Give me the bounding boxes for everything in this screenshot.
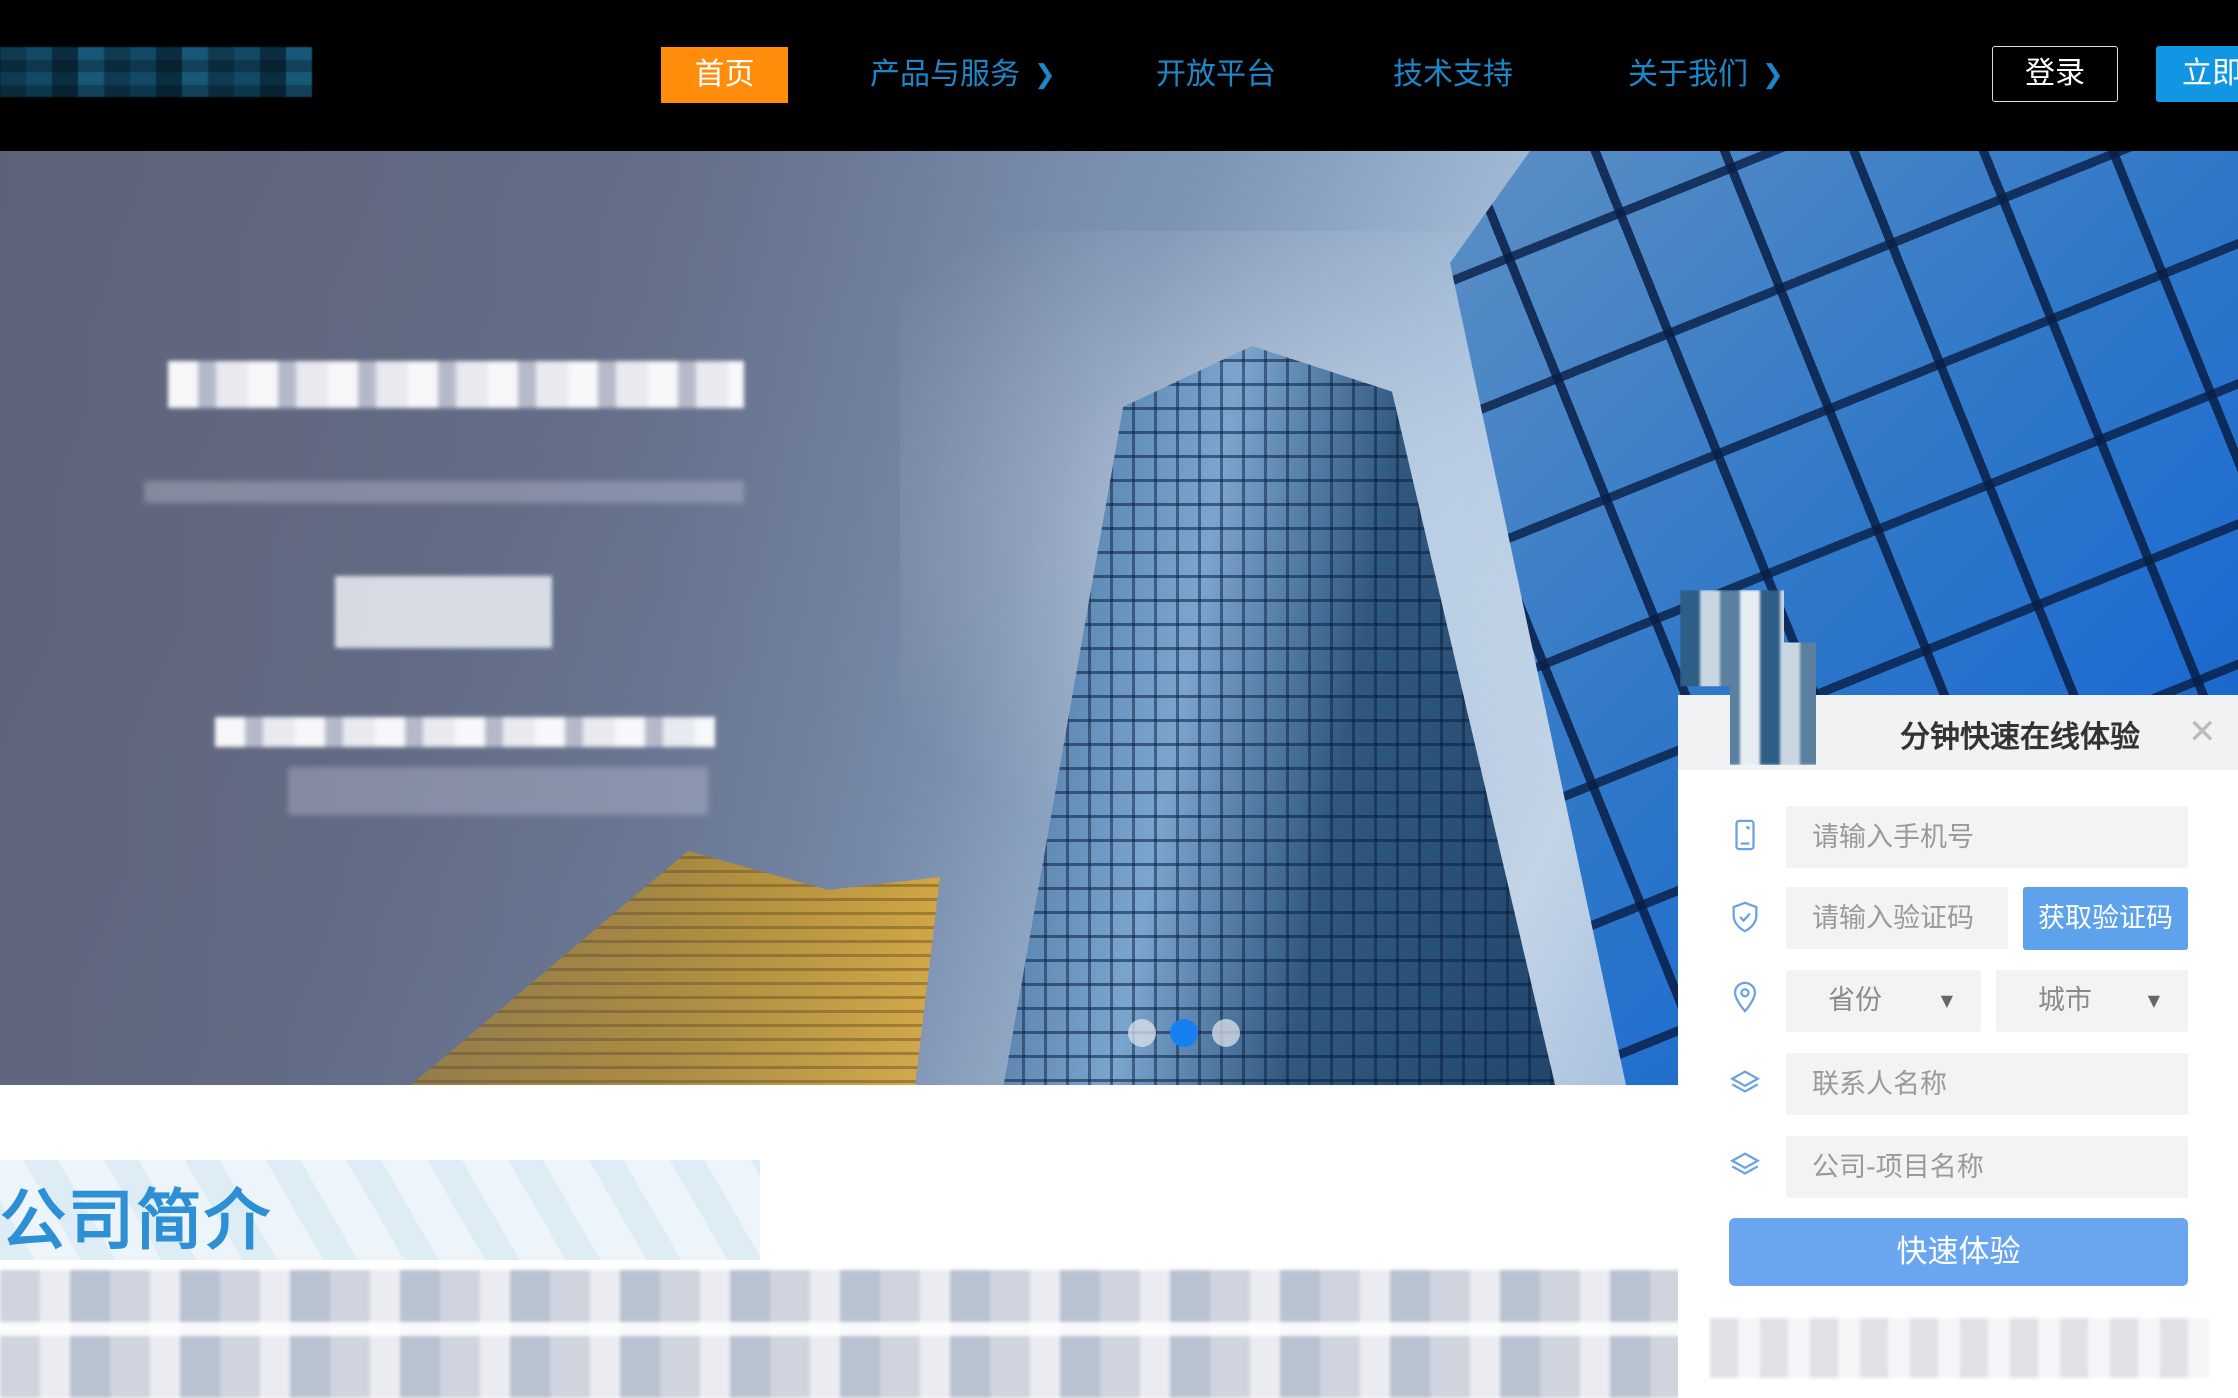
register-button[interactable]: 立即 [2156, 46, 2238, 102]
carousel-dot-1[interactable] [1128, 1019, 1156, 1047]
chevron-right-icon: ❯ [1034, 60, 1056, 90]
province-value: 省份 [1828, 985, 1882, 1016]
nav-products-label: 产品与服务 [870, 57, 1020, 92]
province-select[interactable]: 省份 ▼ [1786, 970, 1981, 1032]
caret-down-icon: ▼ [1940, 991, 1953, 1010]
nav-home-label: 首页 [694, 57, 755, 92]
get-code-button[interactable]: 获取验证码 [2023, 887, 2188, 950]
trial-form-title: 分钟快速在线体验 [1900, 720, 2140, 755]
login-label: 登录 [2025, 56, 2085, 91]
phone-icon [1735, 819, 1755, 851]
nav-home[interactable]: 首页 [661, 47, 788, 103]
verification-code-input[interactable] [1786, 887, 2008, 949]
login-button[interactable]: 登录 [1992, 46, 2118, 102]
hero-headline-redacted [168, 361, 744, 408]
nav-tech-support-label: 技术支持 [1393, 57, 1513, 92]
hero-button-redacted[interactable] [335, 576, 552, 648]
carousel-dot-2[interactable] [1170, 1019, 1198, 1047]
trial-form-panel [1678, 695, 2238, 1398]
hero-subline-redacted [144, 481, 744, 503]
get-code-label: 获取验证码 [2038, 903, 2173, 934]
register-label: 立即 [2182, 56, 2238, 91]
phone-input[interactable] [1786, 806, 2188, 868]
nav-open-platform-label: 开放平台 [1156, 57, 1276, 92]
nav-about[interactable]: 关于我们 ❯ [1628, 47, 1784, 103]
nav-tech-support[interactable]: 技术支持 [1393, 47, 1513, 103]
submit-label: 快速体验 [1896, 1234, 2021, 1270]
nav-open-platform[interactable]: 开放平台 [1156, 47, 1276, 103]
nav-products[interactable]: 产品与服务 ❯ [870, 47, 1056, 103]
contact-name-input[interactable] [1786, 1053, 2188, 1115]
shield-check-icon [1732, 901, 1758, 933]
top-header: 首页 产品与服务 ❯ 开放平台 技术支持 关于我们 ❯ 登录 立即 [0, 0, 2238, 151]
about-title: 公司简介 [0, 1182, 272, 1259]
carousel-dot-3[interactable] [1212, 1019, 1240, 1047]
hero-caption2-redacted [288, 767, 708, 815]
hero-caption-redacted [215, 717, 715, 747]
layers-icon [1729, 1070, 1761, 1093]
about-text-redacted [0, 1270, 1680, 1398]
page: 首页 产品与服务 ❯ 开放平台 技术支持 关于我们 ❯ 登录 立即 公司简介 分… [0, 0, 2238, 1398]
city-value: 城市 [2038, 985, 2092, 1016]
layers-icon [1729, 1152, 1761, 1175]
chevron-right-icon: ❯ [1762, 60, 1784, 90]
carousel-indicators [1128, 1019, 1240, 1049]
close-icon[interactable]: ✕ [2188, 712, 2217, 752]
city-select[interactable]: 城市 ▼ [1996, 970, 2188, 1032]
panel-footer-redacted [1710, 1318, 2210, 1378]
location-pin-icon [1733, 981, 1757, 1013]
caret-down-icon: ▼ [2147, 991, 2160, 1010]
company-project-input[interactable] [1786, 1136, 2188, 1198]
quick-trial-submit-button[interactable]: 快速体验 [1729, 1218, 2188, 1286]
nav-about-label: 关于我们 [1628, 57, 1748, 92]
logo[interactable] [0, 47, 312, 97]
